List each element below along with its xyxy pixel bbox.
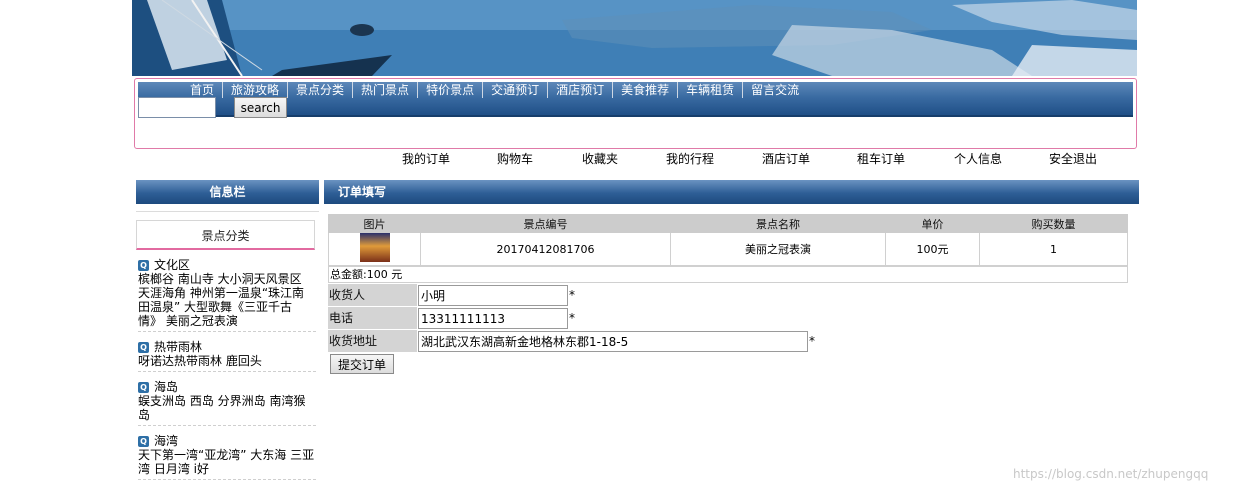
region-spots[interactable]: 槟榔谷 南山寺 大小洞天风景区 天涯海角 神州第一温泉“珠江南田温泉” 大型歌舞…: [138, 272, 316, 328]
watermark: https://blog.csdn.net/zhupengqq: [1013, 467, 1209, 481]
column-header-name: 景点名称: [670, 214, 886, 233]
nav-item-special-offers[interactable]: 特价景点: [417, 82, 482, 98]
region-title[interactable]: 热带雨林: [154, 340, 202, 354]
nav-item-home[interactable]: 首页: [182, 82, 222, 98]
cell-name: 美丽之冠表演: [670, 232, 886, 266]
scenic-thumbnail: [359, 233, 390, 262]
cell-id: 20170412081706: [420, 232, 671, 266]
nav-item-scenic-categories[interactable]: 景点分类: [287, 82, 352, 98]
column-header-id: 景点编号: [420, 214, 671, 233]
cell-price: 100元: [885, 232, 980, 266]
user-menu-my-itinerary[interactable]: 我的行程: [666, 150, 714, 167]
address-row: 收货地址 *: [328, 330, 828, 352]
phone-label: 电话: [328, 307, 417, 329]
region-spots[interactable]: 呀诺达热带雨林 鹿回头: [138, 354, 316, 368]
cell-image: [328, 232, 421, 266]
table-row: 20170412081706 美丽之冠表演 100元 1: [328, 232, 1128, 266]
bullet-icon: Q: [138, 381, 149, 393]
nav-item-travel-guide[interactable]: 旅游攻略: [222, 82, 287, 98]
sidebar-panel: 景点分类 Q 文化区 槟榔谷 南山寺 大小洞天风景区 天涯海角 神州第一温泉“珠江…: [136, 211, 319, 493]
address-label: 收货地址: [328, 330, 417, 352]
column-header-price: 单价: [885, 214, 980, 233]
nav-item-food[interactable]: 美食推荐: [612, 82, 677, 98]
region-title[interactable]: 海岛: [154, 380, 178, 394]
nav-item-hot-scenic[interactable]: 热门景点: [352, 82, 417, 98]
table-header-row: 图片 景点编号 景点名称 单价 购买数量: [328, 214, 1128, 233]
region-culture: Q 文化区 槟榔谷 南山寺 大小洞天风景区 天涯海角 神州第一温泉“珠江南田温泉”…: [138, 258, 316, 332]
divider: [138, 371, 316, 372]
receiver-label: 收货人: [328, 284, 417, 306]
header-banner: [132, 0, 1137, 76]
nav-item-car-rental[interactable]: 车辆租赁: [677, 82, 742, 98]
sidebar-subtitle: 景点分类: [136, 220, 315, 250]
required-mark: *: [569, 311, 575, 325]
divider: [138, 331, 316, 332]
region-islands: Q 海岛 蜈支洲岛 西岛 分界洲岛 南湾猴岛: [138, 380, 316, 426]
nav-menu: 首页 旅游攻略 景点分类 热门景点 特价景点 交通预订 酒店预订 美食推荐 车辆…: [182, 82, 807, 98]
nav-item-hotel-booking[interactable]: 酒店预订: [547, 82, 612, 98]
region-title[interactable]: 海湾: [154, 434, 178, 448]
main-title: 订单填写: [324, 180, 1139, 204]
bullet-icon: Q: [138, 341, 149, 353]
user-menu-profile[interactable]: 个人信息: [954, 150, 1002, 167]
region-bays: Q 海湾 天下第一湾“亚龙湾” 大东海 三亚湾 日月湾 i好: [138, 434, 316, 480]
region-spots[interactable]: 蜈支洲岛 西岛 分界洲岛 南湾猴岛: [138, 394, 316, 422]
phone-row: 电话 *: [328, 307, 588, 329]
user-menu-car-orders[interactable]: 租车订单: [857, 150, 905, 167]
bullet-icon: Q: [138, 259, 149, 271]
user-menu: 我的订单 购物车 收藏夹 我的行程 酒店订单 租车订单 个人信息 安全退出: [0, 150, 1247, 168]
bullet-icon: Q: [138, 435, 149, 447]
user-menu-my-orders[interactable]: 我的订单: [402, 150, 450, 167]
order-total: 总金额:100 元: [328, 266, 1128, 283]
required-mark: *: [569, 288, 575, 302]
required-mark: *: [809, 334, 815, 348]
divider: [138, 479, 316, 480]
column-header-quantity: 购买数量: [979, 214, 1128, 233]
address-field[interactable]: [418, 331, 808, 352]
region-title[interactable]: 文化区: [154, 258, 190, 272]
receiver-row: 收货人 *: [328, 284, 588, 306]
search-button[interactable]: search: [234, 97, 287, 118]
nav-item-transport-booking[interactable]: 交通预订: [482, 82, 547, 98]
search-input[interactable]: [138, 97, 216, 118]
order-table: 图片 景点编号 景点名称 单价 购买数量 20170412081706 美丽之冠…: [328, 214, 1128, 266]
user-menu-cart[interactable]: 购物车: [497, 150, 533, 167]
user-menu-hotel-orders[interactable]: 酒店订单: [762, 150, 810, 167]
receiver-field[interactable]: [418, 285, 568, 306]
navigation-panel: 首页 旅游攻略 景点分类 热门景点 特价景点 交通预订 酒店预订 美食推荐 车辆…: [134, 78, 1137, 149]
user-menu-favorites[interactable]: 收藏夹: [582, 150, 618, 167]
sidebar-title: 信息栏: [136, 180, 319, 204]
divider: [138, 425, 316, 426]
column-header-image: 图片: [328, 214, 421, 233]
user-menu-logout[interactable]: 安全退出: [1049, 150, 1097, 167]
phone-field[interactable]: [418, 308, 568, 329]
sailboat-banner-image: [132, 0, 1137, 76]
cell-quantity: 1: [979, 232, 1128, 266]
main-navbar: 首页 旅游攻略 景点分类 热门景点 特价景点 交通预订 酒店预订 美食推荐 车辆…: [138, 82, 1133, 118]
nav-item-message-board[interactable]: 留言交流: [742, 82, 807, 98]
region-spots[interactable]: 天下第一湾“亚龙湾” 大东海 三亚湾 日月湾 i好: [138, 448, 316, 476]
submit-order-button[interactable]: 提交订单: [330, 354, 394, 374]
region-rainforest: Q 热带雨林 呀诺达热带雨林 鹿回头: [138, 340, 316, 372]
